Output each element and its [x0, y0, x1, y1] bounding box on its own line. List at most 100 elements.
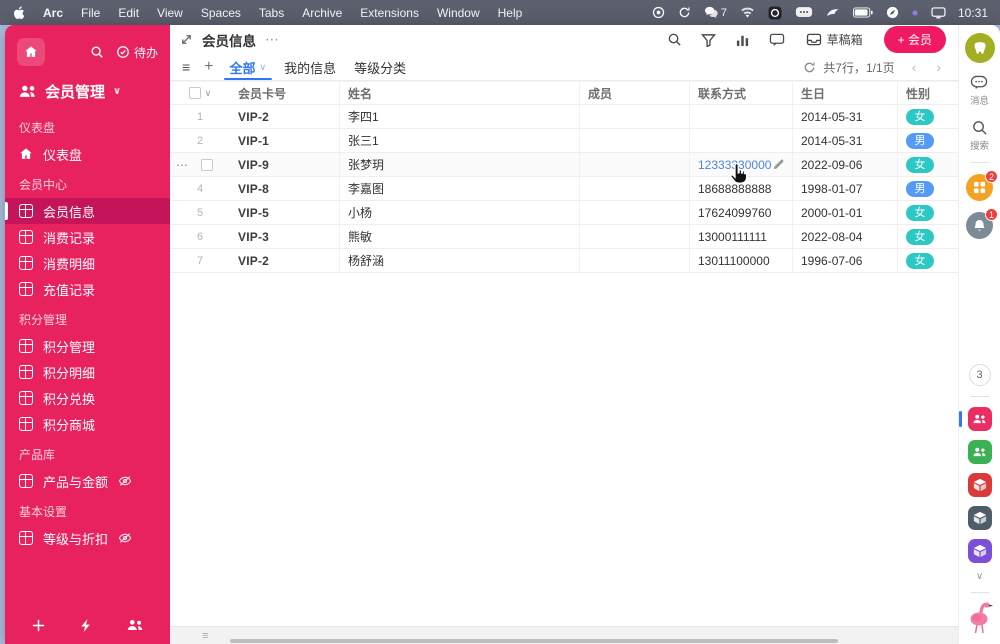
- column-header-member[interactable]: 成员: [580, 82, 690, 104]
- menu-tabs[interactable]: Tabs: [259, 6, 284, 20]
- select-all-checkbox[interactable]: [188, 87, 201, 99]
- cell-card[interactable]: VIP-9: [230, 153, 340, 176]
- table-row[interactable]: 1 VIP-2 李四1 2014-05-31 女: [170, 105, 958, 129]
- cell-birthday[interactable]: 2014-05-31: [793, 105, 898, 128]
- cell-gender[interactable]: 女: [898, 153, 958, 176]
- cell-member[interactable]: [580, 105, 690, 128]
- cell-member[interactable]: [580, 129, 690, 152]
- cell-birthday[interactable]: 2022-08-04: [793, 225, 898, 248]
- cell-card[interactable]: VIP-2: [230, 249, 340, 272]
- table-row[interactable]: 7 VIP-2 杨舒涵 13011100000 1996-07-06 女: [170, 249, 958, 273]
- search-icon[interactable]: [667, 32, 682, 47]
- cell-card[interactable]: VIP-8: [230, 177, 340, 200]
- view-list-icon[interactable]: ≡: [182, 59, 190, 75]
- dark-app-menubar-icon[interactable]: [768, 6, 782, 20]
- menu-archive[interactable]: Archive: [302, 6, 342, 20]
- comment-icon[interactable]: [769, 33, 785, 47]
- app-members-pink[interactable]: [958, 407, 992, 431]
- sync-status-icon[interactable]: [678, 6, 691, 19]
- menu-extensions[interactable]: Extensions: [360, 6, 419, 20]
- messages-button[interactable]: 消息: [970, 75, 989, 107]
- sidebar-item-dashboard[interactable]: 仪表盘: [5, 141, 170, 167]
- row-menu-icon[interactable]: ⋯: [176, 158, 189, 172]
- menu-help[interactable]: Help: [498, 6, 523, 20]
- flamingo-mascot[interactable]: [967, 599, 993, 640]
- record-status-icon[interactable]: [652, 6, 665, 19]
- chart-icon[interactable]: [735, 33, 750, 47]
- filter-icon[interactable]: [700, 33, 716, 47]
- notifications-button[interactable]: 1: [966, 208, 998, 239]
- user-avatar[interactable]: [964, 33, 995, 63]
- cell-gender[interactable]: 女: [898, 249, 958, 272]
- sidebar-item-points-details[interactable]: 积分明细: [5, 359, 170, 385]
- cell-name[interactable]: 张梦玥: [340, 153, 580, 176]
- phone-link[interactable]: 12333330000: [698, 158, 771, 172]
- workspace-search-button[interactable]: [90, 45, 104, 59]
- widgets-button[interactable]: 2: [966, 170, 998, 201]
- rail-search-button[interactable]: 搜索: [970, 119, 989, 152]
- row-checkbox[interactable]: [201, 158, 213, 171]
- workspace-switcher[interactable]: 会员管理 ∨: [5, 67, 170, 108]
- column-header-card[interactable]: 会员卡号: [230, 82, 340, 104]
- menu-view[interactable]: View: [157, 6, 183, 20]
- compass-icon[interactable]: [886, 6, 899, 19]
- menu-file[interactable]: File: [81, 6, 100, 20]
- home-button[interactable]: [17, 38, 45, 66]
- sidebar-item-level-discount[interactable]: 等级与折扣: [5, 525, 170, 551]
- add-view-icon[interactable]: +: [204, 58, 213, 76]
- menubar-clock[interactable]: 10:31: [958, 6, 988, 20]
- wifi-icon[interactable]: [740, 7, 755, 19]
- cell-member[interactable]: [580, 201, 690, 224]
- horizontal-scrollbar[interactable]: [230, 639, 838, 643]
- cell-contact[interactable]: 17624099760: [690, 201, 793, 224]
- cell-member[interactable]: [580, 249, 690, 272]
- cell-contact[interactable]: 12333330000: [690, 153, 793, 176]
- cell-card[interactable]: VIP-1: [230, 129, 340, 152]
- column-header-gender[interactable]: 性别: [898, 82, 958, 104]
- sidebar-item-member-info[interactable]: 会员信息: [5, 198, 170, 224]
- display-icon[interactable]: [931, 6, 946, 19]
- header-caret-icon[interactable]: ∨: [205, 88, 212, 99]
- rail-counter[interactable]: 3: [968, 364, 991, 386]
- add-member-button[interactable]: + 会员: [883, 26, 946, 53]
- sidebar-item-consume-details[interactable]: 消费明细: [5, 250, 170, 276]
- prev-page-button[interactable]: ‹: [909, 59, 920, 75]
- cell-gender[interactable]: 女: [898, 201, 958, 224]
- add-node-button[interactable]: [31, 618, 46, 633]
- cell-birthday[interactable]: 2000-01-01: [793, 201, 898, 224]
- tab-my-info[interactable]: 我的信息: [282, 54, 338, 80]
- table-row-hovered[interactable]: ⋯ VIP-9 张梦玥 12333330000 2022-09-06 女: [170, 153, 958, 177]
- edit-cell-icon[interactable]: [773, 159, 784, 170]
- sidebar-item-points-mall[interactable]: 积分商城: [5, 411, 170, 437]
- cell-card[interactable]: VIP-3: [230, 225, 340, 248]
- menubar-app-name[interactable]: Arc: [43, 6, 63, 20]
- title-more-icon[interactable]: ⋯: [265, 31, 280, 48]
- table-row[interactable]: 4 VIP-8 李嘉图 18688888888 1998-01-07 男: [170, 177, 958, 201]
- sidebar-item-points-manage[interactable]: 积分管理: [5, 333, 170, 359]
- app-members-green[interactable]: [967, 440, 992, 464]
- bird-menubar-icon[interactable]: [826, 7, 840, 19]
- draft-box-button[interactable]: 草稿箱: [806, 31, 863, 48]
- battery-icon[interactable]: [852, 7, 873, 18]
- cell-birthday[interactable]: 2014-05-31: [793, 129, 898, 152]
- app-box-red[interactable]: [967, 473, 992, 497]
- tab-all[interactable]: 全部 ∨: [223, 54, 272, 80]
- cell-member[interactable]: [580, 177, 690, 200]
- cell-birthday[interactable]: 1996-07-06: [793, 249, 898, 272]
- table-row[interactable]: 2 VIP-1 张三1 2014-05-31 男: [170, 129, 958, 153]
- cell-gender[interactable]: 男: [898, 177, 958, 200]
- menu-edit[interactable]: Edit: [118, 6, 139, 20]
- cell-gender[interactable]: 女: [898, 105, 958, 128]
- grid-handle-icon[interactable]: ≡: [202, 630, 208, 642]
- cell-birthday[interactable]: 1998-01-07: [793, 177, 898, 200]
- cell-card[interactable]: VIP-5: [230, 201, 340, 224]
- cell-gender[interactable]: 男: [898, 129, 958, 152]
- chat-menubar-icon[interactable]: 7: [704, 6, 727, 19]
- cell-contact[interactable]: [690, 105, 793, 128]
- menu-window[interactable]: Window: [437, 6, 480, 20]
- cell-contact[interactable]: [690, 129, 793, 152]
- cell-name[interactable]: 小杨: [340, 201, 580, 224]
- refresh-icon[interactable]: [803, 61, 816, 74]
- table-row[interactable]: 5 VIP-5 小杨 17624099760 2000-01-01 女: [170, 201, 958, 225]
- table-row[interactable]: 6 VIP-3 熊敏 13000111111 2022-08-04 女: [170, 225, 958, 249]
